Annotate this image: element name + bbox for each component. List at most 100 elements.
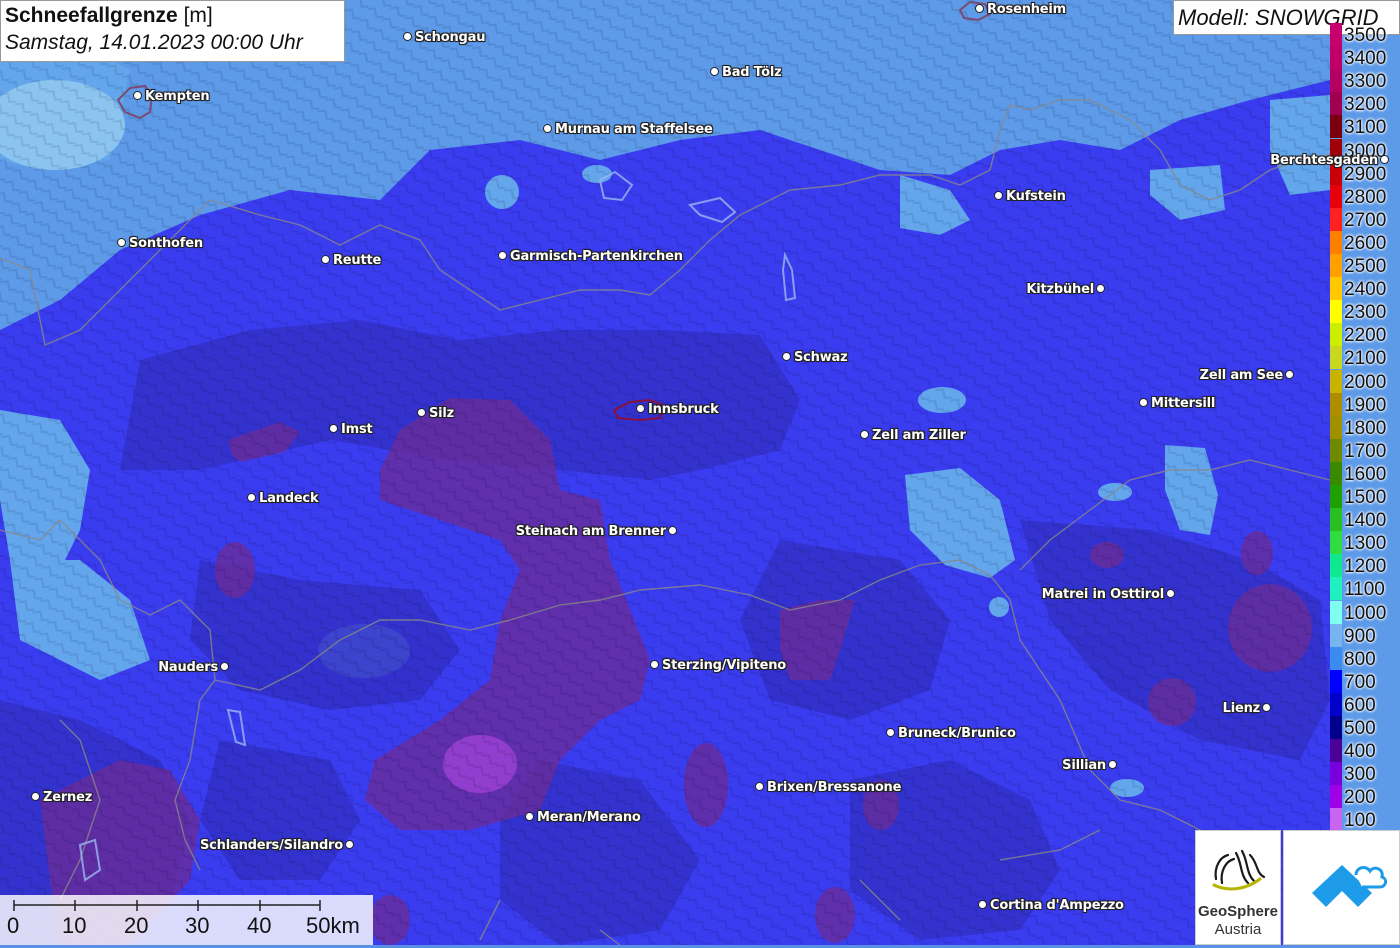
legend-label: 2800 — [1344, 186, 1387, 208]
legend-color-swatch — [1330, 808, 1342, 832]
legend-entry: 1300 — [1328, 531, 1400, 555]
legend-entry: 1700 — [1328, 438, 1400, 462]
city-dot-icon — [417, 408, 426, 417]
legend-entry: 2100 — [1328, 346, 1400, 370]
legend-label: 2400 — [1344, 279, 1387, 301]
legend-label: 3100 — [1344, 117, 1387, 139]
geosphere-name: GeoSphere — [1197, 903, 1279, 920]
city-name: Bruneck/Brunico — [898, 726, 1016, 741]
legend-label: 1500 — [1344, 487, 1387, 508]
city-dot-icon — [1262, 703, 1271, 712]
legend-entry: 2200 — [1328, 323, 1400, 347]
legend-entry: 3500 — [1328, 23, 1400, 46]
scale-bar: 0 10 20 30 40 50km — [0, 895, 373, 945]
legend-entry: 500 — [1328, 716, 1400, 739]
city-dot-icon — [1166, 589, 1175, 598]
legend-color-swatch — [1330, 92, 1342, 116]
city-dot-icon — [220, 662, 229, 671]
legend-entry: 900 — [1328, 623, 1400, 647]
city-name: Berchtesgaden — [1270, 153, 1378, 168]
legend-entry: 1200 — [1328, 554, 1400, 578]
legend-label: 700 — [1344, 671, 1376, 693]
legend-color-swatch — [1330, 577, 1342, 601]
city-name: Zernez — [43, 790, 93, 805]
legend-entry: 2600 — [1328, 230, 1400, 254]
legend-label: 300 — [1344, 764, 1376, 786]
legend-label: 2500 — [1344, 256, 1387, 277]
city-name: Sonthofen — [129, 236, 203, 251]
city-name: Innsbruck — [648, 402, 719, 417]
legend-entry: 600 — [1328, 692, 1400, 716]
scale-tick: 20 — [124, 913, 149, 938]
legend-color-swatch — [1330, 392, 1342, 416]
city-name: Garmisch-Partenkirchen — [510, 249, 683, 264]
legend-color-swatch — [1330, 346, 1342, 370]
city-name: Sillian — [1062, 758, 1106, 773]
city-dot-icon — [525, 812, 534, 821]
geosphere-austria-logo[interactable]: GeoSphere Austria — [1195, 830, 1281, 945]
legend-label: 2200 — [1344, 325, 1387, 347]
legend-color-swatch — [1330, 600, 1342, 624]
legend-label: 1300 — [1344, 533, 1387, 555]
legend-label: 500 — [1344, 718, 1376, 739]
legend-label: 1400 — [1344, 510, 1387, 532]
legend-color-swatch — [1330, 762, 1342, 786]
city-name: Schwaz — [794, 350, 848, 365]
legend-color-swatch — [1330, 254, 1342, 277]
legend-color-swatch — [1330, 277, 1342, 301]
city-name: Brixen/Bressanone — [767, 780, 902, 795]
legend-color-swatch — [1330, 115, 1342, 139]
city-dot-icon — [1096, 284, 1105, 293]
scale-tick: 10 — [62, 913, 87, 938]
city-name: Kitzbühel — [1026, 282, 1094, 297]
legend-label: 400 — [1344, 741, 1376, 763]
map-title-box: Schneefallgrenze [m] Samstag, 14.01.2023… — [0, 0, 345, 62]
city-name: Imst — [341, 422, 373, 437]
city-dot-icon — [782, 352, 791, 361]
legend-label: 1200 — [1344, 556, 1387, 578]
geosphere-swirl-icon — [1212, 849, 1266, 891]
city-name: Lienz — [1222, 701, 1261, 716]
city-name: Meran/Merano — [537, 810, 641, 825]
city-dot-icon — [403, 32, 412, 41]
city-name: Schlanders/Silandro — [200, 838, 343, 853]
legend-entry: 3300 — [1328, 69, 1400, 93]
map-datetime: Samstag, 14.01.2023 00:00 Uhr — [5, 31, 303, 54]
city-name: Zell am See — [1199, 368, 1284, 383]
city-dot-icon — [247, 493, 256, 502]
legend-label: 1600 — [1344, 463, 1387, 485]
legend-color-swatch — [1330, 438, 1342, 462]
legend-label: 1100 — [1344, 579, 1385, 601]
city-name: Mittersill — [1151, 396, 1216, 411]
legend-color-swatch — [1330, 623, 1342, 647]
legend-entry: 3400 — [1328, 46, 1400, 70]
legend-entry: 100 — [1328, 808, 1400, 832]
city-dot-icon — [755, 782, 764, 791]
legend-label: 3200 — [1344, 94, 1387, 116]
city-dot-icon — [498, 251, 507, 260]
legend-color-swatch — [1330, 461, 1342, 485]
legend-entry: 1500 — [1328, 485, 1400, 508]
legend-color-swatch — [1330, 669, 1342, 693]
city-name: Matrei in Osttirol — [1041, 587, 1164, 602]
snowfall-limit-map[interactable] — [0, 0, 1400, 945]
legend-entry: 300 — [1328, 762, 1400, 786]
city-dot-icon — [117, 238, 126, 247]
city-dot-icon — [978, 900, 987, 909]
scale-tick: 0 — [7, 913, 20, 938]
legend-entry: 1900 — [1328, 392, 1400, 416]
legend-entry: 2500 — [1328, 254, 1400, 277]
legend-label: 3500 — [1344, 25, 1387, 46]
scale-tick: 40 — [247, 913, 272, 938]
legend-entry: 2400 — [1328, 277, 1400, 301]
app-logo[interactable] — [1283, 830, 1400, 945]
map-title: Schneefallgrenze [m] — [5, 3, 340, 29]
legend-label: 1800 — [1344, 417, 1387, 439]
city-name: Reutte — [333, 253, 382, 268]
legend-entry: 800 — [1328, 646, 1400, 670]
legend-label: 2000 — [1344, 371, 1387, 393]
city-dot-icon — [1139, 398, 1148, 407]
legend-entry: 3200 — [1328, 92, 1400, 116]
legend-label: 3400 — [1344, 48, 1387, 70]
mountain-cloud-icon — [1312, 865, 1388, 907]
